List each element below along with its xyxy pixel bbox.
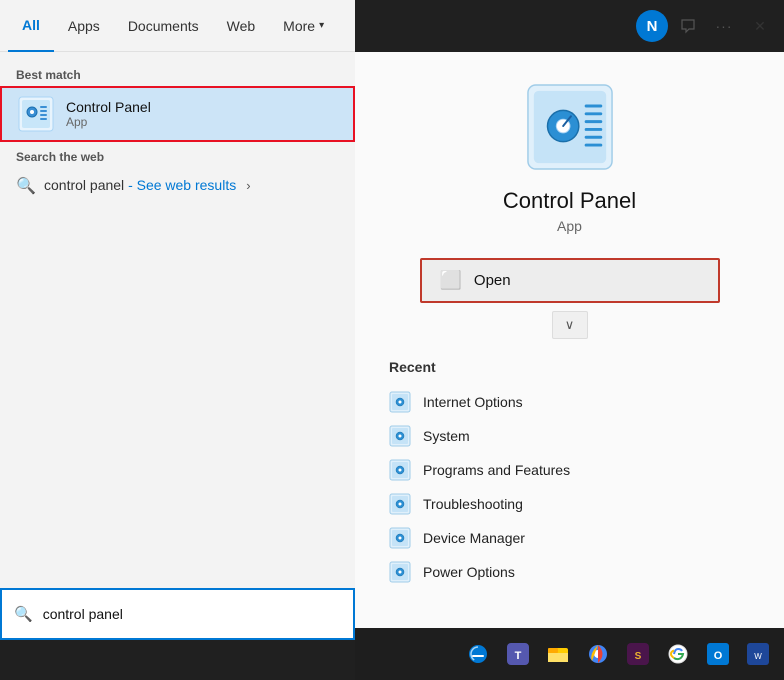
recent-item-troubleshooting[interactable]: Troubleshooting [389,487,750,521]
close-button[interactable]: ✕ [744,10,776,42]
svg-text:S: S [635,651,642,662]
outlook-taskbar-icon[interactable]: O [700,636,736,672]
tab-documents[interactable]: Documents [114,0,213,52]
recent-device-manager-label: Device Manager [423,530,525,546]
recent-item-internet-options[interactable]: Internet Options [389,385,750,419]
chrome-taskbar-icon[interactable] [580,636,616,672]
explorer-taskbar-icon[interactable] [540,636,576,672]
tab-more[interactable]: More ▾ [269,0,338,52]
chevron-right-icon: › [246,178,250,193]
chevron-down-icon: ∨ [565,317,575,333]
taskbar: T S [355,628,784,680]
collapse-button[interactable]: ∨ [552,311,588,339]
recent-system-label: System [423,428,470,444]
web-search-label: Search the web [0,142,355,168]
right-panel: Control Panel App ⬜ Open ∨ Recent Intern… [355,52,784,640]
recent-item-power-options[interactable]: Power Options [389,555,750,589]
wsxdn-taskbar-icon[interactable]: W [740,636,776,672]
user-avatar[interactable]: N [636,10,668,42]
header-controls: N ··· ✕ [355,0,784,52]
open-icon: ⬜ [440,270,462,291]
tabs-bar: All Apps Documents Web More ▾ [0,0,355,52]
search-panel: All Apps Documents Web More ▾ Best match [0,0,355,640]
recent-item-programs[interactable]: Programs and Features [389,453,750,487]
more-options-button[interactable]: ··· [708,10,740,42]
recent-item-device-manager[interactable]: Device Manager [389,521,750,555]
results-area: Best match Control Panel App [0,52,355,640]
search-box-area: 🔍 [0,588,355,640]
app-subtitle: App [557,218,582,234]
feedback-button[interactable] [672,10,704,42]
search-icon: 🔍 [16,176,34,194]
recent-item-system[interactable]: System [389,419,750,453]
recent-troubleshooting-label: Troubleshooting [423,496,523,512]
teams-taskbar-icon[interactable]: T [500,636,536,672]
tab-web[interactable]: Web [213,0,270,52]
control-panel-icon-small [18,96,54,132]
recent-power-options-label: Power Options [423,564,515,580]
svg-text:T: T [515,650,522,662]
recent-internet-options-label: Internet Options [423,394,523,410]
best-match-label: Best match [0,60,355,86]
svg-text:W: W [754,652,762,661]
search-input[interactable] [43,606,341,622]
recent-programs-label: Programs and Features [423,462,570,478]
svg-text:O: O [714,650,723,662]
best-match-item[interactable]: Control Panel App [0,86,355,142]
search-magnifier-icon: 🔍 [14,605,33,623]
open-button[interactable]: ⬜ Open [420,258,720,303]
ellipsis-icon: ··· [716,18,733,34]
close-icon: ✕ [754,18,766,35]
recent-section: Recent Internet Options System [379,359,760,589]
recent-label: Recent [389,359,750,375]
app-big-icon [525,82,615,172]
open-label: Open [474,272,511,289]
tab-all[interactable]: All [8,0,54,52]
google-taskbar-icon[interactable] [660,636,696,672]
web-search-item[interactable]: 🔍 control panel - See web results › [0,168,355,202]
chevron-down-icon: ▾ [319,20,324,31]
edge-taskbar-icon[interactable] [460,636,496,672]
web-query: control panel - See web results [44,177,236,193]
tab-apps[interactable]: Apps [54,0,114,52]
best-match-name: Control Panel [66,99,337,115]
best-match-sub: App [66,115,337,129]
app-title: Control Panel [503,188,636,214]
slack-taskbar-icon[interactable]: S [620,636,656,672]
